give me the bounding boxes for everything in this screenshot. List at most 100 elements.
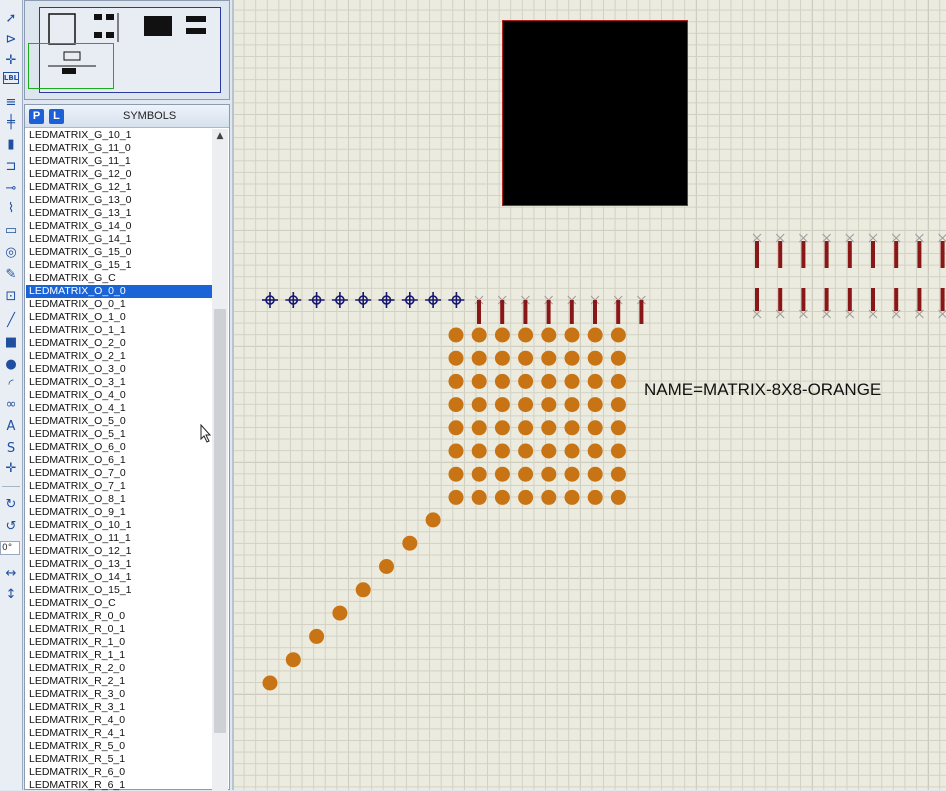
led-dot [425, 512, 441, 528]
symbols-list[interactable]: LEDMATRIX_G_10_1 LEDMATRIX_G_11_0 LEDMATRI… [26, 129, 212, 791]
symbol-list-item[interactable]: LEDMATRIX_O_1_1 [26, 324, 212, 337]
graph-tool-icon[interactable]: ⌇ [2, 200, 20, 218]
library-manager-button[interactable]: L [49, 109, 64, 124]
led-dot [494, 466, 510, 482]
box-tool-icon[interactable]: ■ [2, 334, 20, 352]
selection-tool-icon[interactable]: ➚ [2, 10, 20, 28]
symbol-list-item[interactable]: LEDMATRIX_O_5_1 [26, 428, 212, 441]
symbol-list-item[interactable]: LEDMATRIX_R_4_0 [26, 714, 212, 727]
pin [778, 241, 783, 268]
generator-tool-icon[interactable]: ◎ [2, 244, 20, 262]
symbol-list-item[interactable]: LEDMATRIX_G_10_1 [26, 129, 212, 142]
symbol-list-item[interactable]: LEDMATRIX_G_12_0 [26, 168, 212, 181]
symbol-list-item[interactable]: LEDMATRIX_O_8_1 [26, 493, 212, 506]
symbol-list-item[interactable]: LEDMATRIX_R_2_0 [26, 662, 212, 675]
symbol-list-item[interactable]: LEDMATRIX_O_3_1 [26, 376, 212, 389]
symbol-list-item[interactable]: LEDMATRIX_O_0_0 [26, 285, 212, 298]
symbol-list-item[interactable]: LEDMATRIX_R_5_1 [26, 753, 212, 766]
line-tool-icon[interactable]: ╱ [2, 312, 20, 330]
symbols-scrollbar[interactable]: ▲ [212, 129, 228, 791]
symbol-list-item[interactable]: LEDMATRIX_O_13_1 [26, 558, 212, 571]
symbol-list-item[interactable]: LEDMATRIX_G_14_1 [26, 233, 212, 246]
component-name-label[interactable]: NAME=MATRIX-8X8-ORANGE [644, 380, 881, 400]
text-script-tool-icon[interactable]: ≡ [2, 94, 20, 112]
overview-panel[interactable] [24, 0, 230, 100]
instrument-tool-icon[interactable]: ⊡ [2, 288, 20, 306]
subcircuit-tool-icon[interactable]: ▮ [2, 136, 20, 154]
symbol-list-item[interactable]: LEDMATRIX_O_3_0 [26, 363, 212, 376]
led-dot [448, 420, 464, 436]
symbol-list-item[interactable]: LEDMATRIX_O_C [26, 597, 212, 610]
bus-tool-icon[interactable]: ╪ [2, 114, 20, 132]
junction-tool-icon[interactable]: ✛ [2, 52, 20, 70]
symbol-list-item[interactable]: LEDMATRIX_G_C [26, 272, 212, 285]
symbol-list-item[interactable]: LEDMATRIX_G_15_1 [26, 259, 212, 272]
pin [500, 300, 505, 324]
symbol-list-item[interactable]: LEDMATRIX_O_15_1 [26, 584, 212, 597]
symbol-list-item[interactable]: LEDMATRIX_G_12_1 [26, 181, 212, 194]
symbol-list-item[interactable]: LEDMATRIX_R_6_1 [26, 779, 212, 791]
symbol-list-item[interactable]: LEDMATRIX_O_14_1 [26, 571, 212, 584]
mirror-vertical-icon[interactable]: ↕ [2, 586, 20, 604]
symbol-list-item[interactable]: LEDMATRIX_G_13_0 [26, 194, 212, 207]
symbol-list-item[interactable]: LEDMATRIX_R_0_0 [26, 610, 212, 623]
symbol-list-item[interactable]: LEDMATRIX_O_12_1 [26, 545, 212, 558]
symbol-list-item[interactable]: LEDMATRIX_O_6_0 [26, 441, 212, 454]
pin [546, 300, 551, 324]
symbol-list-item[interactable]: LEDMATRIX_O_2_0 [26, 337, 212, 350]
led-dot [541, 350, 557, 366]
led-dot [587, 327, 603, 343]
symbol-list-item[interactable]: LEDMATRIX_O_7_0 [26, 467, 212, 480]
overview-viewport-box[interactable] [28, 43, 114, 89]
symbol-list-item[interactable]: LEDMATRIX_R_0_1 [26, 623, 212, 636]
symbol-list-item[interactable]: LEDMATRIX_O_6_1 [26, 454, 212, 467]
text-tool-icon[interactable]: A [2, 418, 20, 436]
symbol-list-item[interactable]: LEDMATRIX_R_4_1 [26, 727, 212, 740]
symbol-list-item[interactable]: LEDMATRIX_R_1_0 [26, 636, 212, 649]
symbol-list-item[interactable]: LEDMATRIX_O_4_0 [26, 389, 212, 402]
path-tool-icon[interactable]: ∞ [2, 396, 20, 414]
led-dot [494, 397, 510, 413]
symbol-list-item[interactable]: LEDMATRIX_R_3_0 [26, 688, 212, 701]
symbol-list-item[interactable]: LEDMATRIX_R_5_0 [26, 740, 212, 753]
pin-tool-icon[interactable]: ⊸ [2, 180, 20, 198]
symbol-list-item[interactable]: LEDMATRIX_O_4_1 [26, 402, 212, 415]
symbol-list-item[interactable]: LEDMATRIX_O_10_1 [26, 519, 212, 532]
wire-label-tool-icon[interactable]: LBL [3, 72, 19, 84]
symbol-list-item[interactable]: LEDMATRIX_G_11_1 [26, 155, 212, 168]
symbol-list-item[interactable]: LEDMATRIX_O_1_0 [26, 311, 212, 324]
led-dot [587, 466, 603, 482]
symbol-list-item[interactable]: LEDMATRIX_O_9_1 [26, 506, 212, 519]
marker-tool-icon[interactable]: ✛ [2, 460, 20, 478]
tape-recorder-tool-icon[interactable]: ▭ [2, 222, 20, 240]
terminal-tool-icon[interactable]: ⊐ [2, 158, 20, 176]
scroll-thumb[interactable] [214, 309, 226, 733]
symbol-list-item[interactable]: LEDMATRIX_O_0_1 [26, 298, 212, 311]
mirror-horizontal-icon[interactable]: ↔ [2, 565, 20, 583]
symbol-list-item[interactable]: LEDMATRIX_G_14_0 [26, 220, 212, 233]
component-tool-icon[interactable]: ⊳ [2, 31, 20, 49]
symbol-list-item[interactable]: LEDMATRIX_R_2_1 [26, 675, 212, 688]
arc-tool-icon[interactable]: ◜ [2, 376, 20, 394]
led-dot [541, 327, 557, 343]
symbol-list-item[interactable]: LEDMATRIX_G_13_1 [26, 207, 212, 220]
rotation-angle-field[interactable]: 0° [0, 541, 20, 555]
circle-tool-icon[interactable]: ● [2, 356, 20, 374]
probe-tool-icon[interactable]: ✎ [2, 266, 20, 284]
scroll-up-icon[interactable]: ▲ [212, 129, 228, 143]
symbol-list-item[interactable]: LEDMATRIX_R_1_1 [26, 649, 212, 662]
symbol-list-item[interactable]: LEDMATRIX_G_11_0 [26, 142, 212, 155]
pin [940, 288, 945, 311]
rotate-ccw-icon[interactable]: ↺ [2, 518, 20, 536]
symbol-list-item[interactable]: LEDMATRIX_R_6_0 [26, 766, 212, 779]
symbol-tool-icon[interactable]: S [2, 440, 20, 458]
pick-library-button[interactable]: P [29, 109, 44, 124]
symbol-list-item[interactable]: LEDMATRIX_O_7_1 [26, 480, 212, 493]
symbol-list-item[interactable]: LEDMATRIX_O_5_0 [26, 415, 212, 428]
symbol-list-item[interactable]: LEDMATRIX_O_2_1 [26, 350, 212, 363]
schematic-canvas[interactable]: NAME=MATRIX-8X8-ORANGE [232, 0, 946, 790]
symbol-list-item[interactable]: LEDMATRIX_O_11_1 [26, 532, 212, 545]
symbol-list-item[interactable]: LEDMATRIX_G_15_0 [26, 246, 212, 259]
rotate-cw-icon[interactable]: ↻ [2, 496, 20, 514]
symbol-list-item[interactable]: LEDMATRIX_R_3_1 [26, 701, 212, 714]
